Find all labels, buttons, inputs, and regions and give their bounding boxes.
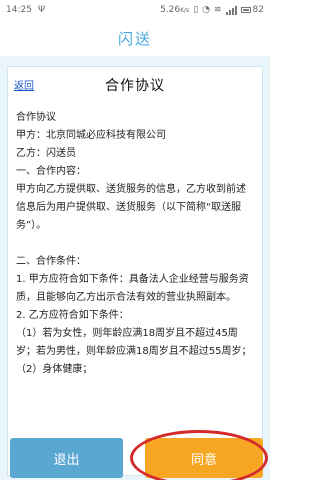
battery-icon: 82: [240, 5, 264, 15]
wifi-icon: ≋: [214, 5, 222, 15]
vibrate-icon: ▯: [193, 5, 199, 15]
usb-icon: Ψ: [37, 5, 46, 15]
doc-paragraph: 甲方向乙方提供取、送货服务的信息，乙方收到前述信息后为用户提供取、送货服务（以下…: [16, 184, 246, 231]
doc-paragraph: 1. 甲方应符合如下条件：具备法人企业经营与服务资质，且能够向乙方出示合法有效的…: [16, 274, 249, 303]
document-title: 合作协议: [105, 78, 165, 94]
doc-blank-line: [16, 235, 255, 253]
bottom-action-bar: 退出 同意: [0, 428, 270, 480]
app-title: 闪送: [117, 29, 152, 48]
network-speed-value: 5.26: [160, 5, 181, 15]
signal-icon: [225, 5, 237, 15]
app-title-bar: 闪送: [0, 20, 270, 56]
agreement-document[interactable]: 返回 合作协议 合作协议 甲方：北京同城必应科技有限公司 乙方：闪送员 一、合作…: [7, 66, 263, 476]
status-time: 14:25: [6, 5, 32, 15]
network-speed: 5.26K/s: [160, 5, 189, 15]
back-link[interactable]: 返回: [14, 77, 34, 92]
exit-button[interactable]: 退出: [10, 438, 123, 478]
content-area: 返回 合作协议 合作协议 甲方：北京同城必应科技有限公司 乙方：闪送员 一、合作…: [0, 56, 270, 480]
doc-paragraph: 乙方：闪送员: [16, 148, 76, 159]
doc-paragraph: （2）身体健康；: [16, 364, 93, 375]
doc-paragraph: 合作协议: [16, 112, 56, 123]
status-bar: 14:25 Ψ 5.26K/s ▯ ◔ ≋ 82: [0, 0, 270, 20]
doc-paragraph: 2. 乙方应符合如下条件：: [16, 310, 129, 321]
doc-paragraph: （1）若为女性，则年龄应满18周岁且不超过45周岁；若为男性，则年龄应满18周岁…: [16, 328, 252, 357]
agree-button[interactable]: 同意: [145, 438, 263, 478]
doc-paragraph: 甲方：北京同城必应科技有限公司: [16, 130, 166, 141]
document-body: 合作协议 甲方：北京同城必应科技有限公司 乙方：闪送员 一、合作内容： 甲方向乙…: [8, 103, 262, 379]
network-speed-unit: K/s: [180, 7, 190, 14]
doc-paragraph: 一、合作内容：: [16, 166, 86, 177]
battery-level: 82: [252, 5, 264, 15]
doc-paragraph: 二、合作条件：: [16, 256, 86, 267]
document-header: 返回 合作协议: [8, 67, 262, 103]
alarm-icon: ◔: [202, 5, 210, 15]
